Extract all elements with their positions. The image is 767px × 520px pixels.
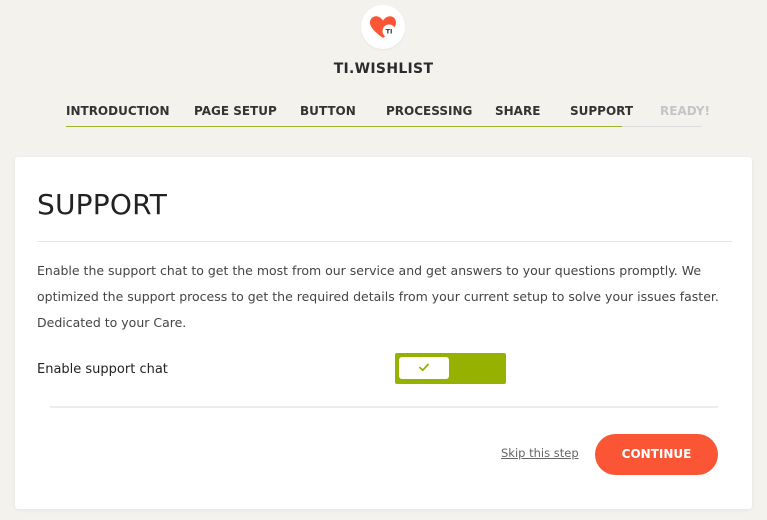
toggle-knob bbox=[399, 357, 449, 379]
support-description: Enable the support chat to get the most … bbox=[37, 263, 719, 330]
step-button[interactable]: BUTTON bbox=[300, 104, 356, 118]
app-logo: TI bbox=[361, 5, 405, 49]
step-page-setup[interactable]: PAGE SETUP bbox=[194, 104, 277, 118]
step-processing[interactable]: PROCESSING bbox=[386, 104, 472, 118]
skip-step-link[interactable]: Skip this step bbox=[501, 446, 579, 460]
step-support[interactable]: SUPPORT bbox=[570, 104, 633, 118]
logo-text: TI bbox=[386, 28, 393, 36]
support-card: SUPPORT Enable the support chat to get t… bbox=[15, 157, 752, 509]
progress-line-remaining bbox=[622, 126, 702, 127]
card-title: SUPPORT bbox=[37, 188, 167, 221]
heart-logo-icon: TI bbox=[370, 16, 396, 38]
step-introduction[interactable]: INTRODUCTION bbox=[66, 104, 170, 118]
wizard-steps: INTRODUCTION PAGE SETUP BUTTON PROCESSIN… bbox=[0, 104, 767, 130]
app-name: TI.WISHLIST bbox=[333, 61, 434, 77]
step-ready: READY! bbox=[660, 104, 710, 118]
check-icon bbox=[419, 363, 429, 372]
step-share[interactable]: SHARE bbox=[495, 104, 540, 118]
title-divider bbox=[37, 241, 732, 242]
continue-button[interactable]: CONTINUE bbox=[595, 434, 718, 475]
enable-support-chat-toggle[interactable] bbox=[395, 353, 506, 384]
progress-line-completed bbox=[66, 126, 622, 127]
setup-wizard-page: TI TI.WISHLIST INTRODUCTION PAGE SETUP B… bbox=[0, 0, 767, 520]
enable-support-chat-label: Enable support chat bbox=[37, 362, 168, 377]
actions-divider bbox=[50, 406, 718, 408]
